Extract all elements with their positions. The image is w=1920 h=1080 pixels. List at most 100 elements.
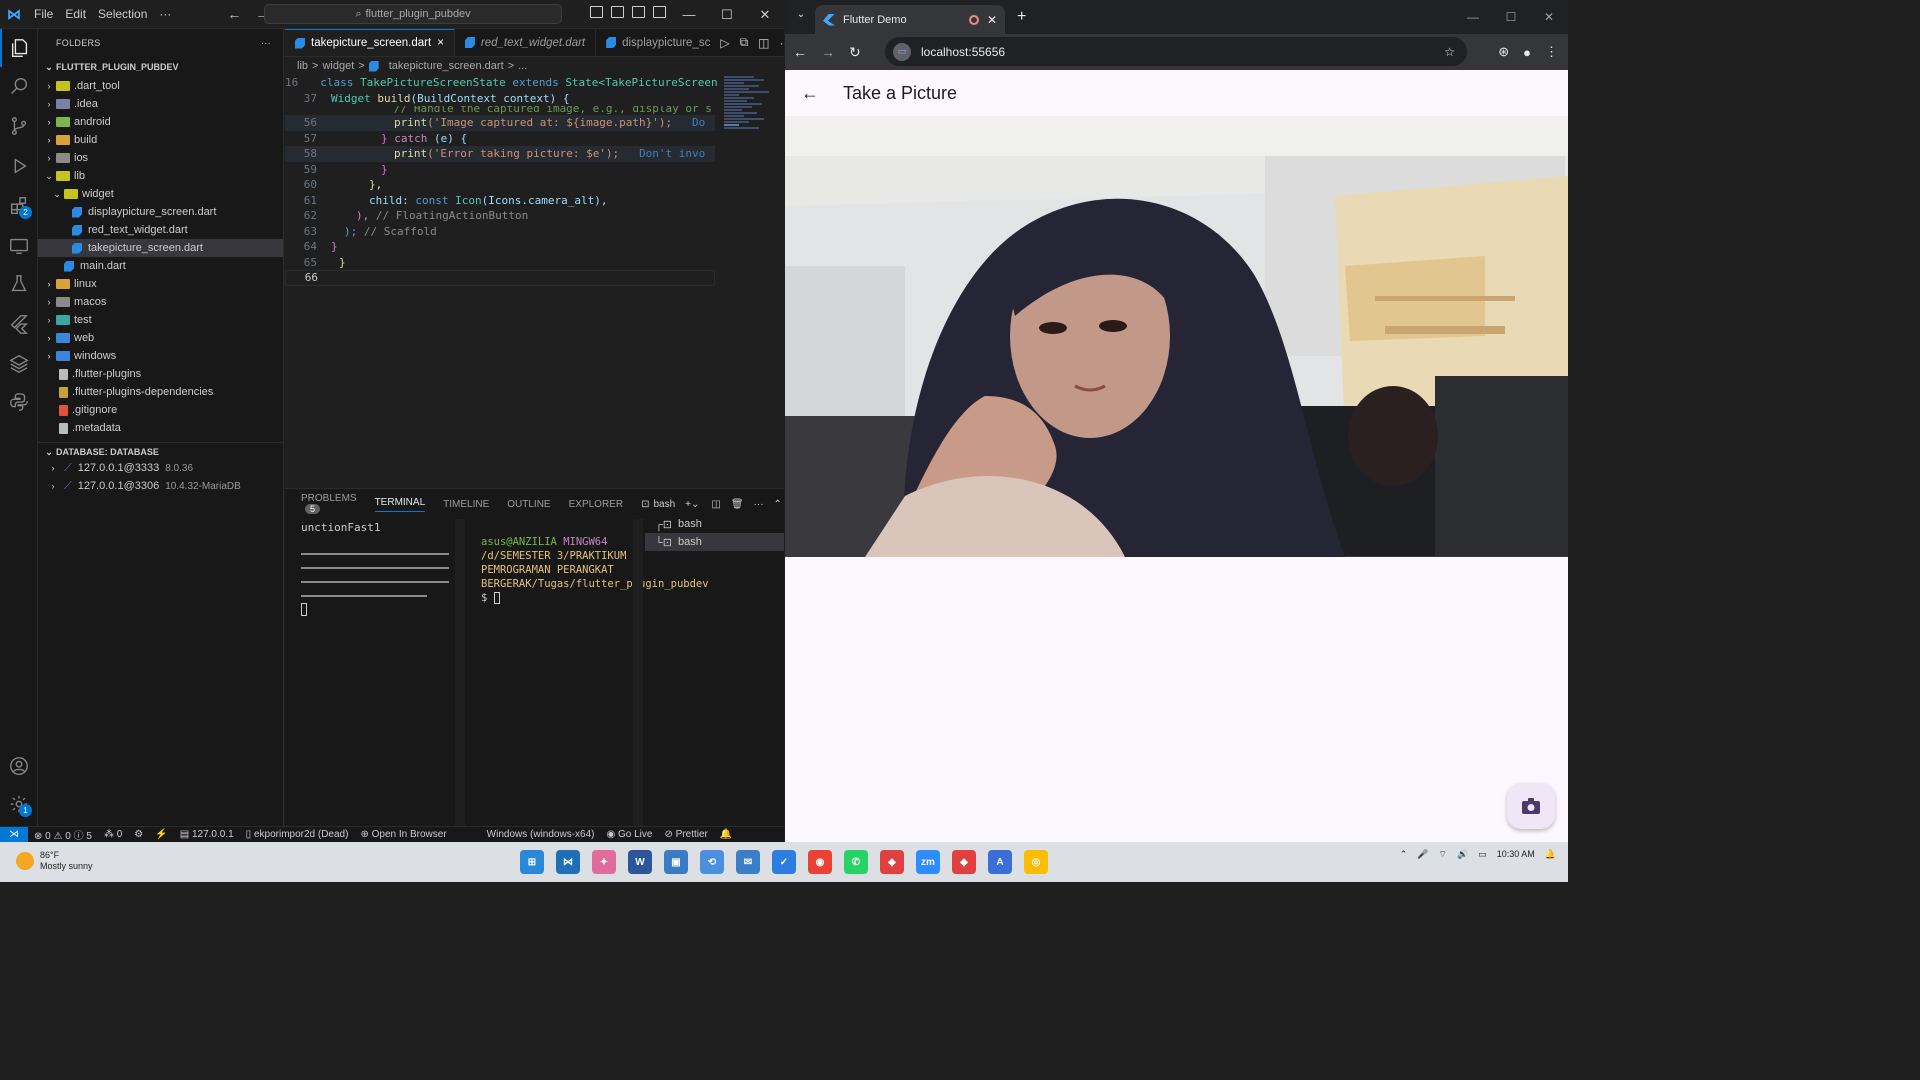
forward-arrow-icon[interactable]: → xyxy=(821,44,835,60)
maximize-icon[interactable]: ☐ xyxy=(708,0,746,29)
flash-icon[interactable]: ⚡ xyxy=(149,829,173,840)
more-actions-icon[interactable]: ··· xyxy=(261,38,271,48)
debug-status-icon[interactable]: ⚙ xyxy=(128,829,149,840)
account-icon[interactable] xyxy=(0,747,38,785)
anydesk-icon[interactable]: ◆ xyxy=(952,850,976,874)
tree-file-item[interactable]: red_text_widget.dart xyxy=(38,221,283,239)
split-terminal-icon[interactable]: ◫ xyxy=(711,499,720,510)
source-control-icon[interactable] xyxy=(0,107,38,145)
terminal-selector[interactable]: ⊡ bash xyxy=(641,499,675,510)
copilot-icon[interactable]: ✦ xyxy=(592,850,616,874)
problems-status[interactable]: ⊗ 0 ⚠ 0 ⓘ 5 xyxy=(28,827,98,842)
python-icon[interactable] xyxy=(0,383,38,421)
tab-search-icon[interactable]: ⌄ xyxy=(793,9,809,25)
db-name-status[interactable]: ▯ ekporimpor2d (Dead) xyxy=(240,829,355,840)
close-tab-icon[interactable]: × xyxy=(437,37,444,49)
terminal-output[interactable]: asus@ANZILIA MINGW64 /d/SEMESTER 3/PRAKT… xyxy=(481,535,709,605)
microphone-icon[interactable]: 🎤 xyxy=(1417,849,1428,860)
flutter-icon[interactable] xyxy=(0,305,38,343)
menu-more[interactable]: ··· xyxy=(153,7,177,21)
tab-timeline[interactable]: TIMELINE xyxy=(443,499,489,510)
start-icon[interactable]: ⊞ xyxy=(520,850,544,874)
tab-displaypicture-screen[interactable]: displaypicture_sc xyxy=(596,29,720,56)
tree-folder-item[interactable]: › build xyxy=(38,131,283,149)
tree-folder-item[interactable]: › windows xyxy=(38,347,283,365)
mail-icon[interactable]: ✉ xyxy=(736,850,760,874)
menu-kebab-icon[interactable]: ⋮ xyxy=(1545,44,1558,60)
menu-selection[interactable]: Selection xyxy=(92,7,153,21)
take-picture-button[interactable] xyxy=(1507,783,1555,829)
trash-icon[interactable]: 🗑 xyxy=(731,499,744,510)
wifi-icon[interactable]: ⌔ xyxy=(1439,849,1447,860)
database-icon[interactable] xyxy=(0,345,38,383)
zoom-icon[interactable]: zm xyxy=(916,850,940,874)
whatsapp-icon[interactable]: ✆ xyxy=(844,850,868,874)
battery-icon[interactable]: ▭ xyxy=(1478,849,1487,860)
extensions-icon[interactable]: ⊛ xyxy=(1498,44,1509,60)
testing-icon[interactable] xyxy=(0,265,38,303)
run-debug-icon[interactable] xyxy=(0,147,38,185)
db-status[interactable]: ▤ 127.0.0.1 xyxy=(174,829,240,840)
menu-edit[interactable]: Edit xyxy=(59,7,92,21)
customize-layout-icon[interactable] xyxy=(653,6,666,18)
toggle-sidebar-icon[interactable] xyxy=(590,6,603,18)
explorer-icon[interactable] xyxy=(0,29,38,67)
tree-folder-item[interactable]: › macos xyxy=(38,293,283,311)
close-icon[interactable]: ✕ xyxy=(746,0,784,29)
breadcrumb-widget[interactable]: widget xyxy=(322,60,354,72)
breadcrumb-file[interactable]: takepicture_screen.dart xyxy=(389,60,504,72)
minimap[interactable] xyxy=(724,75,774,195)
device-status[interactable]: Windows (windows-x64) xyxy=(481,829,601,840)
prettier-status[interactable]: ⊘ Prettier xyxy=(658,829,713,840)
clock[interactable]: 10:30 AM xyxy=(1497,848,1535,860)
minimize-icon[interactable]: — xyxy=(1454,0,1492,34)
extensions-icon[interactable]: 2 xyxy=(0,187,38,225)
vscode-app-icon[interactable]: ⋈ xyxy=(556,850,580,874)
tree-file-item[interactable]: .metadata xyxy=(38,419,283,437)
terminal-list-item[interactable]: └⊡ bash xyxy=(645,533,784,551)
tree-folder-item[interactable]: › android xyxy=(38,113,283,131)
code-editor[interactable]: 16 class TakePictureScreenState extends … xyxy=(285,75,718,487)
tree-folder-item[interactable]: › .idea xyxy=(38,95,283,113)
tree-file-item[interactable]: main.dart xyxy=(38,257,283,275)
tree-folder-item[interactable]: › ios xyxy=(38,149,283,167)
breadcrumb-symbol[interactable]: ... xyxy=(518,60,527,72)
anydesk-icon[interactable]: ◆ xyxy=(880,850,904,874)
manage-gear-icon[interactable]: 1 xyxy=(0,785,38,823)
toggle-panel-icon[interactable] xyxy=(611,6,624,18)
tree-folder-item[interactable]: › web xyxy=(38,329,283,347)
tab-red-text-widget[interactable]: red_text_widget.dart xyxy=(455,29,597,56)
browser-tab[interactable]: Flutter Demo ✕ xyxy=(815,5,1005,34)
weather-widget[interactable]: 86°F Mostly sunny xyxy=(16,850,93,872)
maximize-panel-icon[interactable]: ⌃ xyxy=(774,499,782,510)
tab-outline[interactable]: OUTLINE xyxy=(507,499,550,510)
ports-status[interactable]: ⁂ 0 xyxy=(98,829,128,840)
tree-folder-item[interactable]: › test xyxy=(38,311,283,329)
db-connection-item[interactable]: › ⟋ 127.0.0.1@3333 8.0.36 xyxy=(38,459,284,477)
more-actions-icon[interactable]: ··· xyxy=(754,499,764,510)
back-arrow-icon[interactable]: ← xyxy=(227,6,241,22)
tree-folder-item[interactable]: ⌄ lib xyxy=(38,167,283,185)
notifications-icon[interactable]: 🔔 xyxy=(714,829,738,840)
remote-desktop-icon[interactable]: ▣ xyxy=(664,850,688,874)
tab-problems[interactable]: PROBLEMS5 xyxy=(301,493,357,515)
app-icon[interactable]: ⟲ xyxy=(700,850,724,874)
tree-file-item[interactable]: takepicture_screen.dart xyxy=(38,239,283,257)
maximize-icon[interactable]: ☐ xyxy=(1492,0,1530,34)
db-connection-item[interactable]: › ⟋ 127.0.0.1@3306 10.4.32-MariaDB xyxy=(38,477,284,495)
tree-file-item[interactable]: .gitignore xyxy=(38,401,283,419)
tree-folder-item[interactable]: ⌄ widget xyxy=(38,185,283,203)
search-icon[interactable] xyxy=(0,67,38,105)
project-section-header[interactable]: ⌄ FLUTTER_PLUGIN_PUBDEV xyxy=(38,57,283,77)
menu-file[interactable]: File xyxy=(28,7,59,21)
back-arrow-icon[interactable]: ← xyxy=(801,83,819,104)
bookmark-star-icon[interactable]: ☆ xyxy=(1444,45,1455,59)
back-arrow-icon[interactable]: ← xyxy=(793,44,807,60)
reload-icon[interactable]: ↻ xyxy=(849,44,861,61)
split-editor-icon[interactable]: ◫ xyxy=(758,36,769,50)
notifications-icon[interactable]: 🔔 xyxy=(1545,849,1556,860)
chrome-profile-icon[interactable]: ◉ xyxy=(808,850,832,874)
word-icon[interactable]: W xyxy=(628,850,652,874)
tree-folder-item[interactable]: › .dart_tool xyxy=(38,77,283,95)
breadcrumb-lib[interactable]: lib xyxy=(297,60,308,72)
